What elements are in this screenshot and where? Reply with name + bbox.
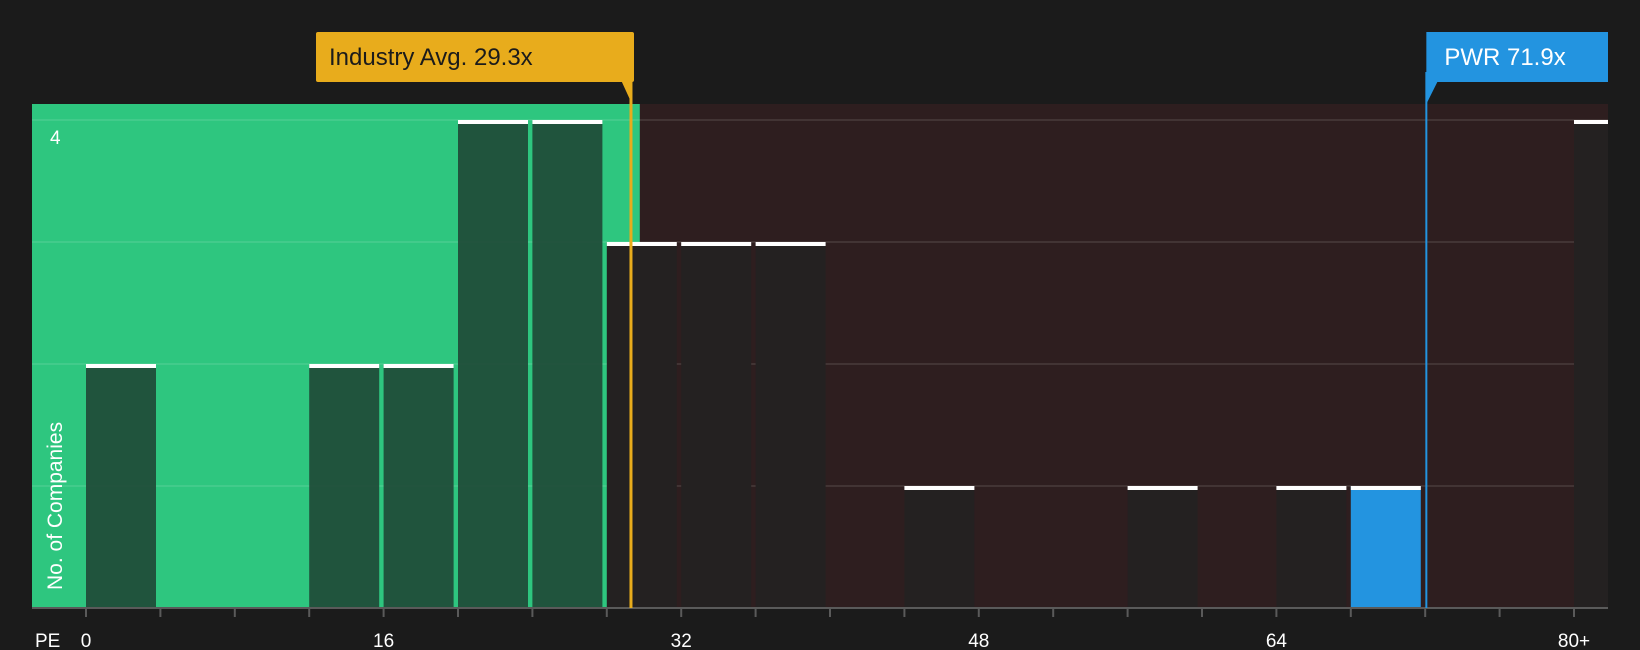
x-axis-title: PE bbox=[35, 631, 60, 650]
histogram-bar bbox=[681, 242, 752, 608]
histogram-bar-cap bbox=[309, 364, 380, 368]
y-axis-title: No. of Companies bbox=[44, 422, 67, 590]
x-axis-tick-label: 48 bbox=[968, 631, 989, 650]
histogram-bar-cap bbox=[755, 242, 826, 246]
histogram-bar bbox=[1127, 486, 1198, 608]
histogram-bar-cap bbox=[1350, 486, 1421, 490]
histogram-bar-cap bbox=[681, 242, 752, 246]
histogram-bar bbox=[606, 242, 677, 608]
histogram-bar-cap bbox=[1574, 120, 1608, 124]
histogram-bar-cap bbox=[458, 120, 528, 124]
histogram-bar-cap bbox=[1127, 486, 1198, 490]
y-axis-tick-label: 4 bbox=[50, 128, 61, 149]
histogram-bar bbox=[1574, 120, 1608, 608]
histogram-bar bbox=[904, 486, 975, 608]
histogram-bar bbox=[1276, 486, 1347, 608]
histogram-bar bbox=[755, 242, 826, 608]
histogram-bar-cap bbox=[383, 364, 454, 368]
company-pe-label: PWR 71.9x bbox=[1444, 44, 1565, 71]
histogram-bar bbox=[458, 120, 528, 608]
histogram-bar bbox=[309, 364, 380, 608]
industry-average-label: Industry Avg. 29.3x bbox=[329, 44, 533, 71]
histogram-bar bbox=[532, 120, 603, 608]
x-axis-tick-label: 32 bbox=[671, 631, 692, 650]
x-axis-tick-label: 16 bbox=[373, 631, 394, 650]
histogram-bar bbox=[383, 364, 454, 608]
histogram-bar-cap bbox=[904, 486, 975, 490]
histogram-bar-cap bbox=[532, 120, 603, 124]
histogram-bar bbox=[86, 364, 156, 608]
x-axis-tick-label: 80+ bbox=[1558, 631, 1590, 650]
pe-ratio-histogram: 0 16 32 48 64 80+ Industry Avg. 29.3x PWR 71.9… bbox=[0, 0, 1640, 650]
histogram-bar-cap bbox=[86, 364, 156, 368]
histogram-bar-cap bbox=[606, 242, 677, 246]
x-axis-tick-label: 64 bbox=[1266, 631, 1288, 650]
histogram-bar-cap bbox=[1276, 486, 1347, 490]
histogram-bar bbox=[1350, 486, 1421, 608]
x-axis-tick-label: 0 bbox=[81, 631, 92, 650]
